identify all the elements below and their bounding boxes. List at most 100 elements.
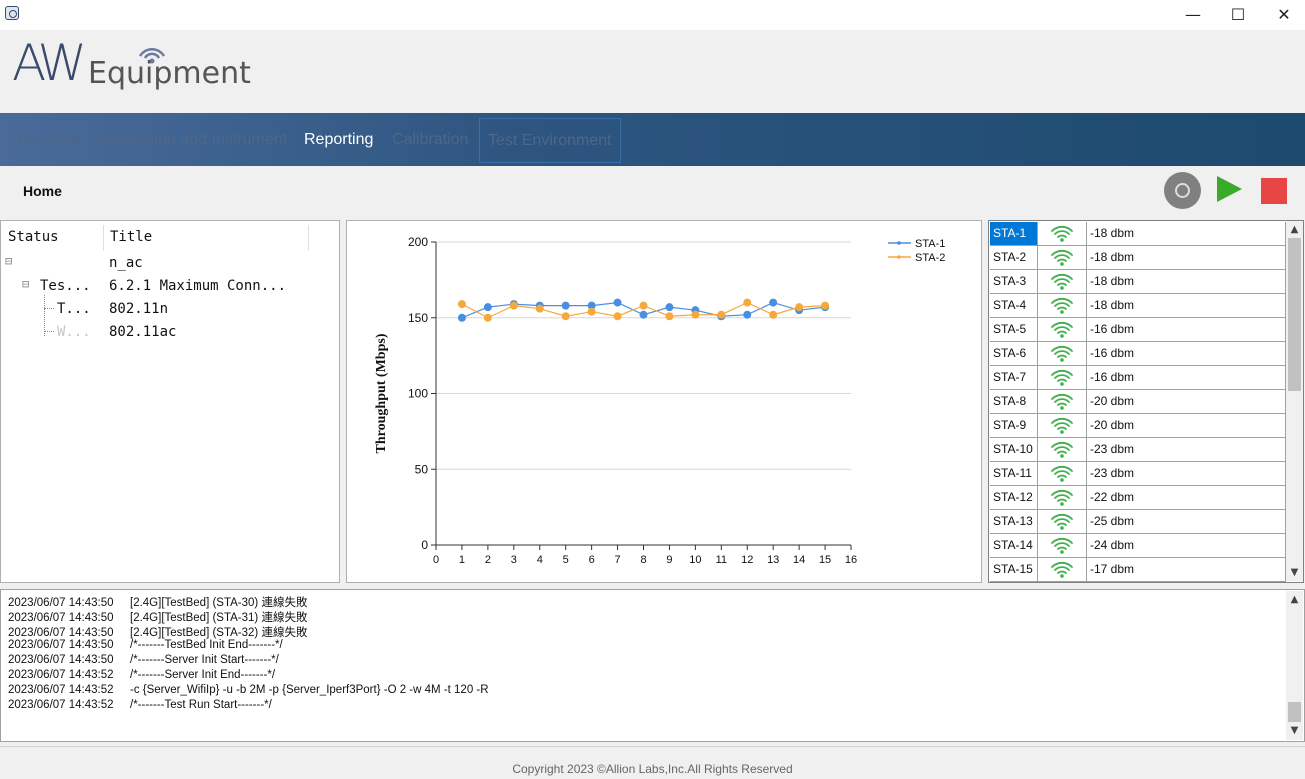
expand-icon[interactable]: ⊟: [22, 277, 29, 291]
scroll-up-icon[interactable]: ▲: [1286, 221, 1303, 238]
y-tick-label: 0: [421, 538, 428, 552]
station-row[interactable]: STA-15 -17 dbm: [990, 558, 1286, 582]
log-message: [2.4G][TestBed] (STA-30) 連線失敗: [130, 597, 308, 609]
station-row[interactable]: STA-10 -23 dbm: [990, 438, 1286, 462]
station-name[interactable]: STA-14: [990, 534, 1038, 558]
station-name[interactable]: STA-3: [990, 270, 1038, 294]
legend-marker: [897, 241, 901, 245]
app-icon: [5, 6, 19, 20]
scroll-up-icon[interactable]: ▲: [1286, 591, 1303, 608]
tab-test-environment[interactable]: Test Environment: [479, 118, 621, 163]
station-name[interactable]: STA-6: [990, 342, 1038, 366]
log-scroll-thumb[interactable]: [1288, 702, 1301, 722]
throughput-chart-panel: 0 50 100 150 200 0 1 2 3 4 5 6 7 8 9 10 11 12 13 14 15 16 Thro…: [346, 220, 982, 583]
tree-header-title[interactable]: Title: [110, 229, 152, 245]
log-message: /*-------TestBed Init End-------*/: [130, 639, 283, 651]
tab-test-item[interactable]: Test Item: [15, 113, 80, 166]
tab-calibration[interactable]: Calibration: [392, 113, 468, 166]
station-name[interactable]: STA-9: [990, 414, 1038, 438]
wifi-icon: [1038, 270, 1087, 294]
station-row[interactable]: STA-4 -18 dbm: [990, 294, 1286, 318]
close-button[interactable]: ✕: [1261, 0, 1305, 30]
play-button[interactable]: [1217, 176, 1242, 202]
wifi-icon: [1038, 558, 1087, 582]
station-row[interactable]: STA-8 -20 dbm: [990, 390, 1286, 414]
log-line: 2023/06/07 14:43:50 /*-------Server Init …: [8, 654, 279, 666]
station-signal: -16 dbm: [1087, 318, 1286, 342]
y-tick-label: 100: [408, 387, 428, 401]
tree-row-title[interactable]: n_ac: [109, 255, 143, 271]
log-timestamp: 2023/06/07 14:43:52: [8, 699, 114, 711]
tree-row-status[interactable]: Tes...: [40, 278, 91, 294]
scroll-down-icon[interactable]: ▼: [1286, 722, 1303, 739]
station-name[interactable]: STA-5: [990, 318, 1038, 342]
data-point: [457, 300, 466, 309]
tree-row-status[interactable]: W...: [57, 324, 91, 340]
station-name[interactable]: STA-10: [990, 438, 1038, 462]
data-point: [691, 310, 700, 319]
station-name[interactable]: STA-4: [990, 294, 1038, 318]
data-point: [795, 303, 804, 312]
station-row[interactable]: STA-5 -16 dbm: [990, 318, 1286, 342]
maximize-button[interactable]: ☐: [1215, 0, 1261, 30]
log-line: 2023/06/07 14:43:50 [2.4G][TestBed] (STA-…: [8, 594, 307, 610]
x-tick-label: 7: [615, 554, 621, 566]
tree-header-status[interactable]: Status: [8, 229, 59, 245]
tree-row-title[interactable]: 802.11n: [109, 301, 168, 317]
station-name[interactable]: STA-11: [990, 462, 1038, 486]
station-name[interactable]: STA-1: [990, 222, 1038, 246]
station-row[interactable]: STA-7 -16 dbm: [990, 366, 1286, 390]
settings-button[interactable]: [1164, 172, 1201, 209]
wifi-icon: [1038, 510, 1087, 534]
minimize-button[interactable]: —: [1170, 0, 1216, 30]
log-timestamp: 2023/06/07 14:43:52: [8, 684, 114, 696]
tree-row-status[interactable]: T...: [57, 301, 91, 317]
x-tick-label: 12: [741, 554, 753, 566]
log-line: 2023/06/07 14:43:52 /*-------Test Run Sta…: [8, 699, 272, 711]
station-list-scroll-thumb[interactable]: [1288, 238, 1301, 391]
station-row[interactable]: STA-12 -22 dbm: [990, 486, 1286, 510]
station-row[interactable]: STA-13 -25 dbm: [990, 510, 1286, 534]
station-row[interactable]: STA-14 -24 dbm: [990, 534, 1286, 558]
x-tick-label: 3: [511, 554, 517, 566]
breadcrumb-home[interactable]: Home: [23, 183, 62, 199]
expand-icon[interactable]: ⊟: [5, 254, 12, 268]
column-divider[interactable]: [308, 225, 309, 251]
test-tree[interactable]: Status Title ⊟ n_ac ⊟ Tes... 6.2.1 Maxim…: [0, 220, 340, 583]
stop-button[interactable]: [1261, 178, 1287, 204]
station-name[interactable]: STA-15: [990, 558, 1038, 582]
x-tick-label: 15: [819, 554, 831, 566]
station-row[interactable]: STA-9 -20 dbm: [990, 414, 1286, 438]
log-message: /*-------Test Run Start-------*/: [130, 699, 272, 711]
log-message: /*-------Server Init Start-------*/: [130, 654, 279, 666]
x-tick-label: 8: [640, 554, 646, 566]
station-name[interactable]: STA-7: [990, 366, 1038, 390]
log-panel[interactable]: 2023/06/07 14:43:50 [2.4G][TestBed] (STA-…: [0, 589, 1305, 742]
tab-attenuation[interactable]: Attenuation and Instrument: [95, 113, 287, 166]
station-name[interactable]: STA-13: [990, 510, 1038, 534]
station-row[interactable]: STA-11 -23 dbm: [990, 462, 1286, 486]
station-signal: -23 dbm: [1087, 438, 1286, 462]
data-point: [613, 312, 622, 321]
tree-row-title[interactable]: 802.11ac: [109, 324, 176, 340]
scroll-down-icon[interactable]: ▼: [1286, 564, 1303, 581]
data-point: [639, 301, 648, 310]
x-tick-label: 10: [689, 554, 701, 566]
wifi-icon: [1038, 246, 1087, 270]
data-point: [535, 304, 544, 313]
station-row[interactable]: STA-3 -18 dbm: [990, 270, 1286, 294]
station-row[interactable]: STA-2 -18 dbm: [990, 246, 1286, 270]
station-signal: -18 dbm: [1087, 222, 1286, 246]
station-row[interactable]: STA-1 -18 dbm: [990, 222, 1286, 246]
station-list[interactable]: STA-1 -18 dbm STA-2 -18 dbm STA-3 -18 dbm STA-…: [988, 220, 1304, 583]
station-name[interactable]: STA-12: [990, 486, 1038, 510]
station-name[interactable]: STA-8: [990, 390, 1038, 414]
tab-reporting[interactable]: Reporting: [304, 113, 373, 166]
wifi-icon: [1038, 366, 1087, 390]
station-row[interactable]: STA-6 -16 dbm: [990, 342, 1286, 366]
column-divider[interactable]: [103, 225, 104, 251]
station-signal: -16 dbm: [1087, 342, 1286, 366]
station-name[interactable]: STA-2: [990, 246, 1038, 270]
tree-row-title[interactable]: 6.2.1 Maximum Conn...: [109, 278, 286, 294]
wifi-icon: [1038, 318, 1087, 342]
